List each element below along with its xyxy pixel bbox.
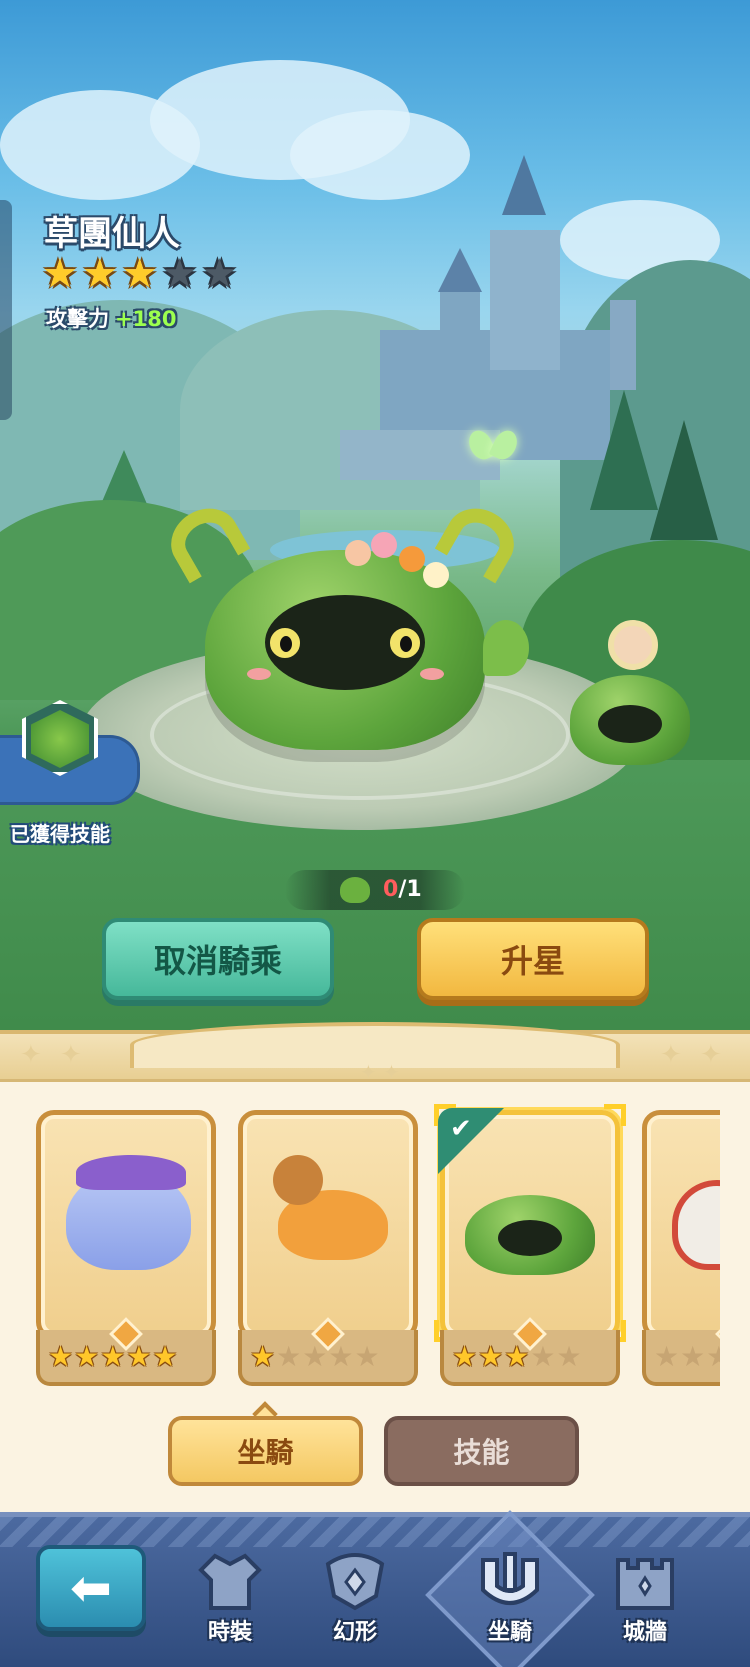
sparkle-icon: ✦	[700, 1040, 722, 1070]
star-empty-icon: ★	[276, 1340, 302, 1373]
flower	[423, 562, 449, 588]
castle-tower	[440, 290, 480, 370]
sparkle-icon: ✦	[20, 1040, 42, 1070]
mount-material-icon	[340, 877, 370, 903]
castle-wall-icon	[616, 1558, 674, 1610]
tab-mount[interactable]: 坐騎	[168, 1416, 363, 1486]
portrait-face	[498, 1220, 562, 1256]
back-arrow-icon: ⬅	[70, 1559, 112, 1617]
sparkle-icon: ✦ ✦	[360, 1060, 400, 1084]
rider-preview	[570, 600, 710, 780]
sparkle-icon: ✦	[60, 1040, 82, 1070]
mount-model-grass-cactus[interactable]	[159, 496, 529, 750]
star-empty-icon: ★	[302, 1340, 328, 1373]
upgrade-star-button[interactable]: 升星	[417, 918, 649, 1000]
star-filled-icon: ★	[250, 1340, 276, 1373]
selection-corner	[604, 1104, 626, 1126]
star-empty-icon: ★	[201, 251, 238, 297]
rider-head	[608, 620, 658, 670]
blush	[420, 668, 444, 680]
nav-label: 幻形	[332, 1620, 377, 1645]
star-filled-icon: ★	[504, 1340, 530, 1373]
star-empty-icon: ★	[328, 1340, 354, 1373]
butterfly-icon	[470, 430, 516, 470]
card-stars: ★★★★★	[48, 1342, 178, 1372]
cancel-ride-button[interactable]: 取消騎乘	[102, 918, 334, 1000]
star-filled-icon: ★	[81, 251, 118, 297]
nav-pattern	[0, 1517, 750, 1547]
rider-mount-face	[598, 705, 662, 743]
star-filled-icon: ★	[121, 251, 158, 297]
pine-tree	[650, 420, 718, 540]
flower	[345, 540, 371, 566]
star-empty-icon: ★	[706, 1340, 720, 1373]
star-empty-icon: ★	[354, 1340, 380, 1373]
nav-item-castle-wall[interactable]: 城牆	[590, 1550, 700, 1660]
star-filled-icon: ★	[152, 1340, 178, 1373]
star-filled-icon: ★	[48, 1340, 74, 1373]
right-eye	[387, 625, 423, 661]
mount-icon	[481, 1552, 539, 1605]
attack-stat: 攻擊力 +180	[46, 303, 176, 333]
castle-roof	[502, 155, 546, 215]
mount-card-partial-clip: ★★★★★	[642, 1110, 720, 1390]
check-icon: ✔	[450, 1114, 472, 1144]
cloud	[290, 110, 470, 200]
wizard-hat	[76, 1155, 186, 1190]
material-have: 0	[383, 877, 399, 902]
star-empty-icon: ★	[530, 1340, 556, 1373]
star-filled-icon: ★	[74, 1340, 100, 1373]
nav-label: 城牆	[622, 1620, 667, 1645]
skill-badge-label: 已獲得技能	[10, 822, 110, 846]
nav-item-costume[interactable]: 時裝	[175, 1550, 285, 1660]
star-filled-icon: ★	[452, 1340, 478, 1373]
costume-icon	[198, 1553, 262, 1610]
flower	[371, 532, 397, 558]
mount-card-grass-cactus[interactable]: ✔ ★ ★ ★ ★ ★	[434, 1104, 626, 1387]
attack-value: +180	[115, 307, 177, 331]
card-stars: ★★★★★	[250, 1342, 380, 1372]
star-filled-icon: ★	[42, 251, 78, 297]
star-filled-icon: ★	[126, 1340, 152, 1373]
nav-label: 坐騎	[487, 1620, 532, 1645]
duck-head	[273, 1155, 323, 1205]
mount-name: 草團仙人	[44, 214, 180, 254]
nav-item-mount[interactable]: 坐騎	[455, 1550, 565, 1660]
castle-tower	[610, 300, 636, 390]
mount-card-purple-elephant[interactable]: ★ ★ ★ ★ ★	[36, 1110, 216, 1387]
castle-roof	[438, 248, 482, 292]
mount-card-aviator-duck[interactable]: ★ ★ ★ ★ ★	[238, 1110, 418, 1387]
star-empty-icon: ★	[161, 251, 198, 297]
flower	[399, 546, 425, 572]
card-stars: ★★★★★	[452, 1342, 582, 1372]
pine-tree	[590, 390, 658, 510]
nav-label: 時裝	[207, 1620, 252, 1645]
material-need: 1	[406, 877, 422, 902]
mount-star-rating: ★ ★ ★ ★ ★	[42, 254, 237, 294]
star-empty-icon: ★	[680, 1340, 706, 1373]
sparkle-icon: ✦	[660, 1040, 682, 1070]
blush	[247, 668, 271, 680]
star-empty-icon: ★	[556, 1340, 582, 1373]
nav-item-transform[interactable]: 幻形	[300, 1550, 410, 1660]
star-empty-icon: ★	[654, 1340, 680, 1373]
star-filled-icon: ★	[100, 1340, 126, 1373]
tab-skill[interactable]: 技能	[384, 1416, 579, 1486]
mount-card-lion-dance[interactable]: ★★★★★	[642, 1110, 720, 1387]
left-eye	[267, 625, 303, 661]
attack-label: 攻擊力	[46, 307, 109, 331]
card-stars: ★★★★★	[654, 1342, 720, 1372]
star-filled-icon: ★	[478, 1340, 504, 1373]
material-counter	[285, 870, 465, 910]
back-button[interactable]: ⬅	[36, 1545, 146, 1631]
transform-icon	[325, 1553, 385, 1611]
leaf-tail	[483, 620, 529, 676]
cloud	[0, 90, 200, 200]
castle-tower	[490, 230, 560, 370]
side-handle[interactable]	[0, 200, 12, 420]
material-count: 0/1	[383, 877, 422, 902]
